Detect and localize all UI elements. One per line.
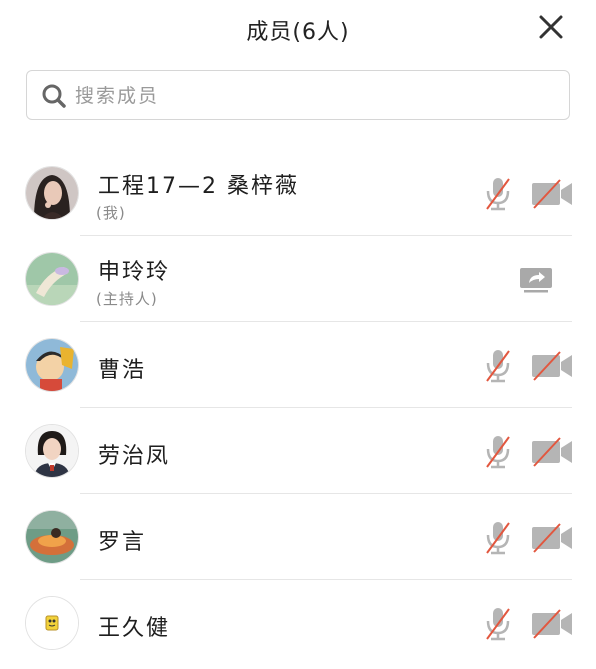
camera-off-icon[interactable]: [530, 436, 574, 468]
member-row[interactable]: 曹浩: [0, 322, 596, 408]
member-row[interactable]: 王久健: [0, 580, 596, 666]
mic-muted-icon[interactable]: [484, 348, 512, 384]
close-icon[interactable]: [536, 12, 566, 42]
member-name: 曹浩: [98, 358, 147, 383]
screen-share-icon[interactable]: [518, 266, 554, 294]
header: 成员(6人): [0, 0, 596, 58]
search-icon: [41, 83, 67, 109]
avatar: [26, 511, 78, 563]
mic-muted-icon[interactable]: [484, 434, 512, 470]
member-name: 劳治凤: [98, 444, 171, 469]
mic-muted-icon[interactable]: [484, 520, 512, 556]
member-name: 王久健: [98, 616, 171, 641]
member-row[interactable]: 申玲玲 (主持人): [0, 236, 596, 322]
avatar: [26, 425, 78, 477]
camera-off-icon[interactable]: [530, 178, 574, 210]
avatar: [26, 597, 78, 649]
member-row[interactable]: 工程17—2 桑梓薇 (我): [0, 150, 596, 236]
search-input[interactable]: [73, 71, 557, 120]
member-row[interactable]: 罗言: [0, 494, 596, 580]
page-title: 成员(6人): [246, 20, 350, 45]
member-name: 申玲玲: [98, 260, 171, 285]
mic-muted-icon[interactable]: [484, 606, 512, 642]
avatar: [26, 253, 78, 305]
member-tag: (我): [96, 204, 126, 222]
member-name: 工程17—2 桑梓薇: [98, 174, 299, 199]
camera-off-icon[interactable]: [530, 608, 574, 640]
camera-off-icon[interactable]: [530, 350, 574, 382]
member-list: 工程17—2 桑梓薇 (我) 申玲玲 (主持人) 曹浩 劳治凤 罗言 王久健: [0, 150, 596, 666]
avatar: [26, 167, 78, 219]
member-tag: (主持人): [96, 290, 158, 308]
camera-off-icon[interactable]: [530, 522, 574, 554]
search-box[interactable]: [26, 70, 570, 120]
mic-muted-icon[interactable]: [484, 176, 512, 212]
member-name: 罗言: [98, 530, 147, 555]
avatar: [26, 339, 78, 391]
member-row[interactable]: 劳治凤: [0, 408, 596, 494]
